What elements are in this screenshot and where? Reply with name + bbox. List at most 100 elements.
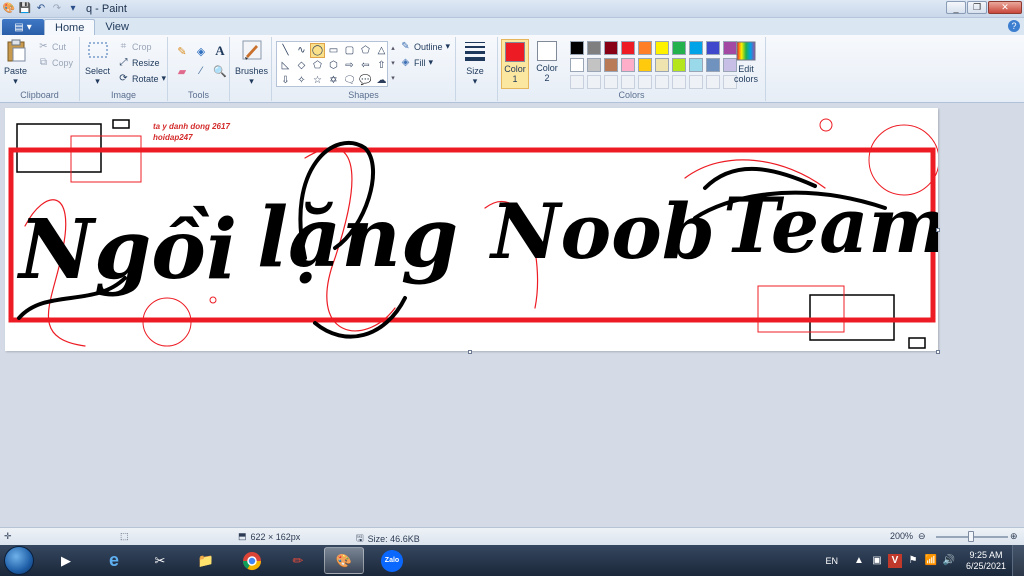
custom-color-slot[interactable] — [672, 75, 686, 89]
custom-color-slot[interactable] — [570, 75, 584, 89]
size-button[interactable]: Size ▾ — [464, 39, 486, 87]
five-point-star-shape-icon[interactable]: ☆ — [310, 73, 325, 88]
antivirus-tray-icon[interactable]: V — [887, 553, 902, 568]
snipping-tool-taskbar-icon[interactable]: ✂ — [140, 547, 180, 574]
zoom-out-button[interactable]: ⊖ — [918, 531, 926, 542]
edit-colors-button[interactable]: Edit colors — [734, 39, 758, 84]
line-shape-icon[interactable]: ╲ — [278, 43, 293, 58]
tray-app-icon[interactable]: ▣ — [870, 554, 884, 568]
start-button[interactable] — [4, 546, 34, 575]
color-picker-icon[interactable]: ⁄ — [193, 63, 209, 79]
save-icon[interactable]: 💾 — [18, 2, 32, 16]
resize-handle-right[interactable] — [936, 228, 940, 232]
chrome-taskbar-icon[interactable] — [232, 547, 272, 574]
hexagon-shape-icon[interactable]: ⬡ — [326, 58, 341, 73]
language-indicator[interactable]: EN — [825, 556, 838, 566]
shapes-scroll[interactable]: ▴ ▾ ▾ — [389, 41, 397, 87]
zoom-in-button[interactable]: ⊕ — [1010, 531, 1018, 542]
palette-color-swatch[interactable] — [689, 58, 703, 72]
left-arrow-shape-icon[interactable]: ⇦ — [358, 58, 373, 73]
rounded-rectangle-shape-icon[interactable]: ▢ — [342, 43, 357, 58]
rotate-button[interactable]: ⟳ Rotate ▾ — [118, 73, 166, 84]
curve-shape-icon[interactable]: ∿ — [294, 43, 309, 58]
network-icon[interactable]: 📶 — [924, 554, 938, 568]
media-player-taskbar-icon[interactable]: ▶ — [46, 547, 86, 574]
tab-home[interactable]: Home — [44, 19, 96, 35]
pencil-icon[interactable]: ✎ — [174, 43, 190, 59]
restore-button[interactable]: ❐ — [967, 1, 987, 14]
select-button[interactable]: Select ▾ — [85, 39, 110, 87]
tab-view[interactable]: View — [95, 19, 139, 35]
palette-color-swatch[interactable] — [689, 41, 703, 55]
triangle-shape-icon[interactable]: △ — [374, 43, 389, 58]
paste-button[interactable]: Paste ▾ — [4, 39, 27, 87]
eraser-icon[interactable]: ▰ — [174, 63, 190, 79]
palette-color-swatch[interactable] — [604, 41, 618, 55]
palette-color-swatch[interactable] — [638, 58, 652, 72]
customize-qat-icon[interactable]: ▾ — [66, 2, 80, 16]
resize-button[interactable]: ⤢ Resize — [118, 57, 160, 68]
oval-shape-icon[interactable]: ◯ — [310, 43, 325, 58]
cloud-shape-icon[interactable]: ☁ — [374, 73, 389, 88]
callout-oval-shape-icon[interactable]: 💬 — [358, 73, 373, 88]
zoom-slider[interactable] — [936, 531, 1008, 542]
polygon-shape-icon[interactable]: ⬠ — [358, 43, 373, 58]
custom-color-slot[interactable] — [638, 75, 652, 89]
drawing-canvas[interactable]: Ngồi lặng Noob Team ta y danh dong 2617 … — [5, 108, 938, 351]
help-icon[interactable]: ? — [1008, 20, 1020, 32]
pentagon-shape-icon[interactable]: ⬠ — [310, 58, 325, 73]
volume-icon[interactable]: 🔊 — [942, 554, 956, 568]
right-triangle-shape-icon[interactable]: ◺ — [278, 58, 293, 73]
palette-color-swatch[interactable] — [638, 41, 652, 55]
paint-taskbar-icon[interactable]: 🎨 — [324, 547, 364, 574]
pencil-app-taskbar-icon[interactable]: ✏ — [278, 547, 318, 574]
system-clock[interactable]: 9:25 AM 6/25/2021 — [966, 550, 1006, 572]
palette-color-swatch[interactable] — [570, 41, 584, 55]
color2-button[interactable]: Color 2 — [533, 39, 561, 89]
six-point-star-shape-icon[interactable]: ✡ — [326, 73, 341, 88]
diamond-shape-icon[interactable]: ◇ — [294, 58, 309, 73]
resize-handle-bottom[interactable] — [468, 350, 472, 354]
show-hidden-icons-icon[interactable]: ▲ — [852, 554, 866, 568]
file-explorer-taskbar-icon[interactable]: 📁 — [186, 547, 226, 574]
custom-color-slot[interactable] — [621, 75, 635, 89]
palette-color-swatch[interactable] — [570, 58, 584, 72]
palette-color-swatch[interactable] — [655, 41, 669, 55]
zoom-slider-thumb[interactable] — [968, 531, 974, 542]
cut-button[interactable]: ✂ Cut — [38, 41, 66, 52]
close-button[interactable]: ✕ — [988, 1, 1022, 14]
custom-color-slot[interactable] — [689, 75, 703, 89]
shapes-gallery[interactable]: ╲ ∿ ◯ ▭ ▢ ⬠ △ ◺ ◇ ⬠ ⬡ ⇨ ⇦ ⇧ ⇩ ✧ ☆ ✡ 🗨 💬 … — [276, 41, 388, 87]
crop-button[interactable]: ⌗ Crop — [118, 41, 152, 52]
undo-icon[interactable]: ↶ — [34, 2, 48, 16]
redo-icon[interactable]: ↷ — [50, 2, 64, 16]
minimize-button[interactable]: _ — [946, 1, 966, 14]
down-arrow-shape-icon[interactable]: ⇩ — [278, 73, 293, 88]
palette-color-swatch[interactable] — [706, 58, 720, 72]
palette-color-swatch[interactable] — [587, 41, 601, 55]
canvas-workspace[interactable]: Ngồi lặng Noob Team ta y danh dong 2617 … — [0, 104, 1024, 527]
palette-color-swatch[interactable] — [604, 58, 618, 72]
security-tray-icon[interactable]: ⚑ — [906, 554, 920, 568]
fill-button[interactable]: ◈ Fill ▾ — [400, 57, 433, 68]
callout-rect-shape-icon[interactable]: 🗨 — [342, 73, 357, 88]
text-tool-icon[interactable]: A — [212, 43, 228, 59]
fill-bucket-icon[interactable]: ◈ — [193, 43, 209, 59]
palette-color-swatch[interactable] — [672, 58, 686, 72]
color1-button[interactable]: Color 1 — [501, 39, 529, 89]
rectangle-shape-icon[interactable]: ▭ — [326, 43, 341, 58]
four-point-star-shape-icon[interactable]: ✧ — [294, 73, 309, 88]
custom-color-slot[interactable] — [655, 75, 669, 89]
magnifier-icon[interactable]: 🔍 — [212, 63, 228, 79]
show-desktop-button[interactable] — [1012, 545, 1024, 576]
palette-color-swatch[interactable] — [672, 41, 686, 55]
right-arrow-shape-icon[interactable]: ⇨ — [342, 58, 357, 73]
custom-color-slot[interactable] — [604, 75, 618, 89]
palette-color-swatch[interactable] — [587, 58, 601, 72]
file-menu-button[interactable]: ▤ ▾ — [2, 19, 44, 35]
palette-color-swatch[interactable] — [621, 41, 635, 55]
zalo-taskbar-icon[interactable]: Zalo — [372, 547, 412, 574]
outline-button[interactable]: ✎ Outline ▾ — [400, 41, 450, 52]
custom-color-slot[interactable] — [587, 75, 601, 89]
copy-button[interactable]: ⧉ Copy — [38, 57, 73, 68]
